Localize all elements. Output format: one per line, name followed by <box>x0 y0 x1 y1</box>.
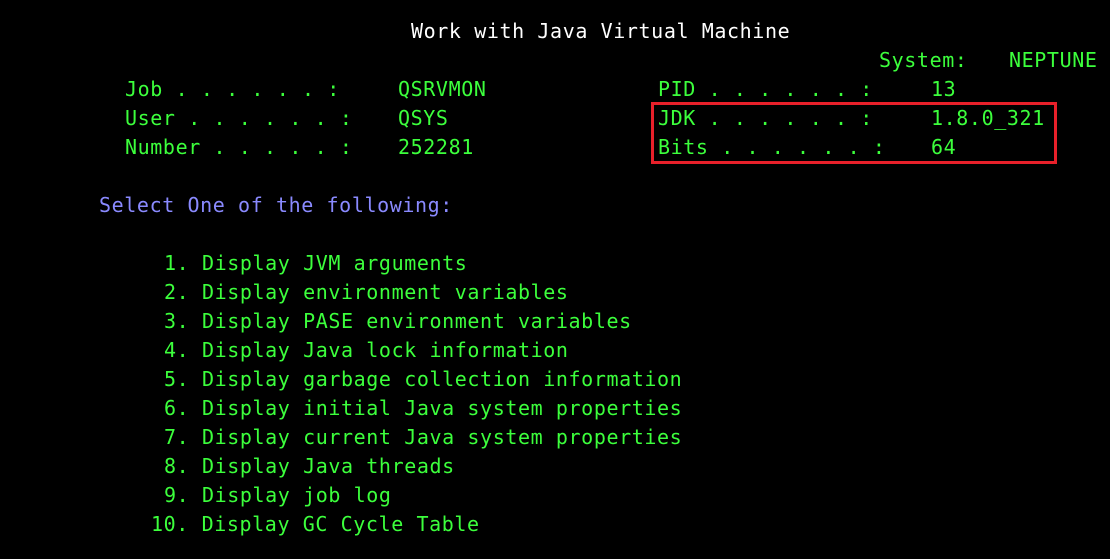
user-value: QSYS <box>398 106 449 130</box>
menu-option-label: Display PASE environment variables <box>201 309 632 333</box>
menu-option-number: 7. <box>164 425 190 449</box>
menu-option-number: 9. <box>164 483 190 507</box>
menu-option-5[interactable]: 5. Display garbage collection informatio… <box>164 367 682 391</box>
menu-option-label: Display Java lock information <box>201 338 569 362</box>
pid-label: PID . . . . . . : <box>658 77 873 101</box>
menu-option-number: 8. <box>164 454 190 478</box>
menu-option-label: Display job log <box>201 483 392 507</box>
menu-option-number: 3. <box>164 309 190 333</box>
menu-prompt: Select One of the following: <box>99 193 453 217</box>
menu-option-label: Display environment variables <box>201 280 569 304</box>
menu-option-7[interactable]: 7. Display current Java system propertie… <box>164 425 682 449</box>
menu-option-2[interactable]: 2. Display environment variables <box>164 280 569 304</box>
menu-option-number: 4. <box>164 338 190 362</box>
system-label: System: <box>879 48 968 72</box>
job-label: Job . . . . . . : <box>125 77 340 101</box>
menu-option-number: 10. <box>151 512 189 536</box>
menu-option-number: 5. <box>164 367 190 391</box>
number-label: Number . . . . . : <box>125 135 353 159</box>
screen-title: Work with Java Virtual Machine <box>411 19 791 43</box>
menu-option-number: 1. <box>164 251 190 275</box>
job-value: QSRVMON <box>398 77 487 101</box>
menu-option-label: Display initial Java system properties <box>201 396 683 420</box>
menu-option-number: 6. <box>164 396 190 420</box>
menu-option-4[interactable]: 4. Display Java lock information <box>164 338 569 362</box>
menu-option-label: Display garbage collection information <box>201 367 683 391</box>
menu-option-label: Display current Java system properties <box>201 425 683 449</box>
menu-option-10[interactable]: 10. Display GC Cycle Table <box>151 512 480 536</box>
menu-option-label: Display JVM arguments <box>201 251 468 275</box>
number-value: 252281 <box>398 135 474 159</box>
user-label: User . . . . . . : <box>125 106 353 130</box>
menu-option-6[interactable]: 6. Display initial Java system propertie… <box>164 396 682 420</box>
menu-option-label: Display GC Cycle Table <box>201 512 480 536</box>
menu-option-8[interactable]: 8. Display Java threads <box>164 454 455 478</box>
menu-option-1[interactable]: 1. Display JVM arguments <box>164 251 467 275</box>
system-value: NEPTUNE <box>1009 48 1098 72</box>
menu-option-9[interactable]: 9. Display job log <box>164 483 392 507</box>
menu-option-number: 2. <box>164 280 190 304</box>
menu-option-3[interactable]: 3. Display PASE environment variables <box>164 309 632 333</box>
highlight-box <box>651 102 1057 164</box>
menu-option-label: Display Java threads <box>201 454 455 478</box>
pid-value: 13 <box>931 77 957 101</box>
